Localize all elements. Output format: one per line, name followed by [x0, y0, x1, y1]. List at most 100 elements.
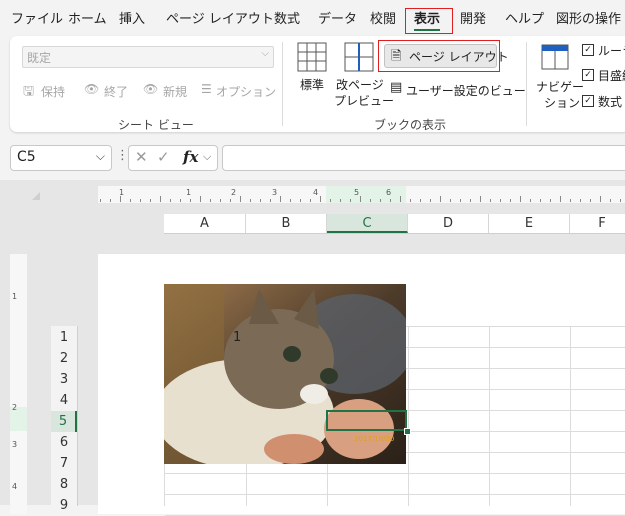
ruler-tick — [210, 199, 211, 202]
cancel-icon[interactable]: ✕ — [135, 148, 148, 166]
options-button[interactable]: ☰ オプション — [201, 82, 276, 100]
group-divider — [282, 42, 283, 126]
menu-review[interactable]: 校閲 — [370, 8, 396, 27]
row-header-4[interactable]: 4 — [51, 390, 77, 411]
row-header-7[interactable]: 7 — [51, 453, 77, 474]
ruler-tick — [130, 199, 131, 202]
menu-developer[interactable]: 開発 — [460, 8, 486, 27]
ruler-tick — [150, 199, 151, 202]
confirm-icon[interactable]: ✓ — [157, 148, 170, 166]
row-header-5[interactable]: 5 — [51, 411, 77, 432]
formula-input[interactable] — [222, 145, 625, 171]
gridline-row — [165, 473, 625, 474]
row-header-6[interactable]: 6 — [51, 432, 77, 453]
column-header-b[interactable]: B — [246, 214, 327, 233]
custom-views-label: ユーザー設定のビュー — [406, 84, 526, 98]
formula-bar-checkbox-row[interactable]: ✓ 数式 — [582, 93, 625, 109]
group-divider — [526, 42, 527, 126]
ruler-tick — [620, 199, 621, 202]
gridline-row — [165, 494, 625, 495]
custom-views-button[interactable]: ▤ ユーザー設定のビュー — [390, 80, 526, 100]
ruler-tick — [380, 199, 381, 202]
sheet-view-dropdown[interactable]: 既定 ⌵ — [22, 46, 274, 68]
row-header-8[interactable]: 8 — [51, 474, 77, 495]
ruler-tick — [250, 199, 251, 202]
page-break-label-2: プレビュー — [334, 94, 395, 108]
row-header-2[interactable]: 2 — [51, 348, 77, 369]
horizontal-ruler — [98, 186, 625, 203]
gridlines-checkbox-row[interactable]: ✓ 目盛線 — [582, 67, 625, 83]
column-header-c[interactable]: C — [327, 214, 408, 233]
row-header-9[interactable]: 9 — [51, 495, 77, 516]
gridline-col — [570, 326, 571, 506]
ruler-tick — [450, 199, 451, 202]
formula-bar-checkbox[interactable]: ✓ — [582, 95, 594, 107]
ruler-tick — [170, 199, 171, 202]
ruler-tick — [320, 196, 321, 202]
gridlines-label: 目盛線 — [598, 69, 625, 83]
navigation-pane-icon — [541, 44, 569, 70]
ruler-tick — [300, 199, 301, 202]
name-box[interactable]: C5 ⌵ — [10, 145, 112, 171]
selected-cell-c5[interactable] — [326, 410, 407, 431]
ruler-number: 2 — [231, 188, 237, 197]
kitten-photo[interactable]: 2017/10/30 — [164, 284, 406, 464]
ruler-tick — [280, 196, 281, 202]
menu-formulas[interactable]: 数式 — [274, 8, 300, 27]
ruler-checkbox[interactable]: ✓ — [582, 44, 594, 56]
ruler-tick — [260, 199, 261, 202]
ruler-tick — [590, 199, 591, 202]
normal-view-button[interactable]: 標準 — [294, 42, 330, 102]
navigation-button[interactable]: ナビゲー ション — [534, 42, 584, 112]
sheet-view-group-label: シート ビュー — [118, 118, 194, 132]
ruler-label: ルーラ — [598, 44, 625, 58]
highlight-box-view-tab — [405, 8, 453, 34]
ruler-tick — [470, 199, 471, 202]
select-all-corner[interactable] — [32, 192, 40, 200]
ruler-checkbox-row[interactable]: ✓ ルーラ — [582, 42, 625, 58]
ruler-tick — [400, 196, 401, 202]
page-break-preview-button[interactable]: 改ページ プレビュー — [334, 42, 394, 110]
menu-help[interactable]: ヘルプ — [505, 8, 544, 27]
ruler-tick — [430, 199, 431, 202]
name-box-value: C5 — [17, 149, 36, 165]
gridlines-checkbox[interactable]: ✓ — [582, 69, 594, 81]
ruler-highlight — [326, 186, 406, 203]
save-icon: 🖫 — [23, 84, 35, 99]
row-header-3[interactable]: 3 — [51, 369, 77, 390]
menu-home[interactable]: ホーム — [68, 8, 107, 27]
chevron-down-icon: ⌵ — [261, 48, 269, 59]
ruler-tick — [330, 199, 331, 202]
workbook-views-group-label: ブックの表示 — [374, 118, 447, 132]
menu-file[interactable]: ファイル — [11, 8, 63, 27]
column-header-f[interactable]: F — [570, 214, 625, 233]
fill-handle[interactable] — [404, 428, 411, 435]
ruler-tick — [520, 196, 521, 202]
custom-views-icon: ▤ — [390, 80, 403, 95]
menu-insert[interactable]: 挿入 — [119, 8, 145, 27]
keep-button[interactable]: 🖫 保持 — [23, 82, 83, 100]
exit-label: 終了 — [104, 85, 129, 99]
ruler-tick — [530, 199, 531, 202]
ruler-number: 5 — [354, 188, 360, 197]
ruler-tick — [490, 199, 491, 202]
exit-button[interactable]: 👁 終了 — [84, 82, 144, 100]
menu-data[interactable]: データ — [318, 8, 357, 27]
ruler-tick — [120, 196, 121, 202]
ruler-tick — [600, 196, 601, 202]
menu-page-layout[interactable]: ページ レイアウト — [166, 8, 274, 27]
menu-shape-format[interactable]: 図形の操作 — [556, 8, 621, 27]
options-label: オプション — [216, 85, 277, 99]
eye-new-icon: 👁 — [143, 82, 159, 96]
new-button[interactable]: 👁 新規 — [143, 82, 203, 100]
ruler-tick — [220, 199, 221, 202]
ruler-tick — [580, 199, 581, 202]
row-header-1[interactable]: 1 — [51, 327, 77, 348]
column-header-a[interactable]: A — [164, 214, 246, 233]
column-header-e[interactable]: E — [489, 214, 570, 233]
insert-function-icon[interactable]: fx — [183, 148, 198, 166]
ruler-tick — [160, 196, 161, 202]
ruler-number: 1 — [12, 292, 18, 301]
ruler-tick — [510, 199, 511, 202]
column-header-d[interactable]: D — [408, 214, 489, 233]
